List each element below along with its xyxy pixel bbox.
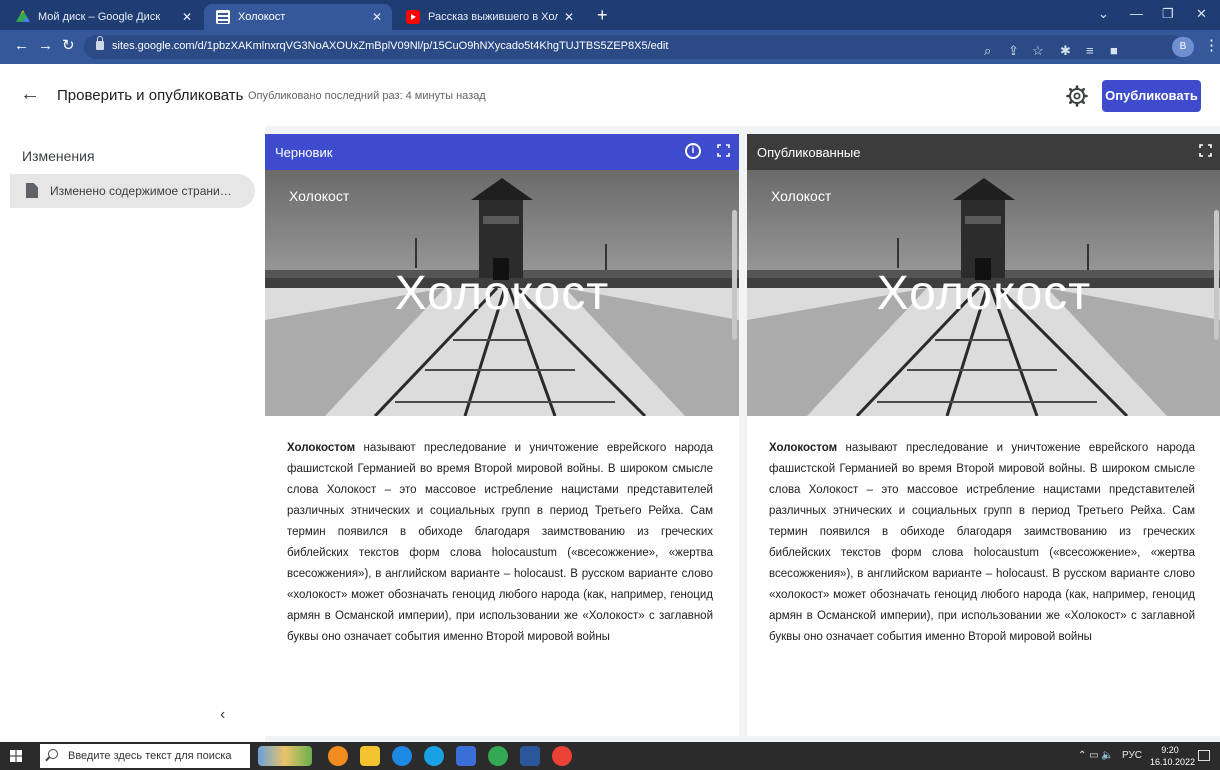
site-name: Холокост bbox=[771, 188, 832, 204]
fullscreen-icon[interactable] bbox=[717, 144, 730, 157]
browser-toolbar: ← → ↻ sites.google.com/d/1pbzXAKmlnxrqVG… bbox=[0, 30, 1220, 64]
article-text: Холокостом называют преследование и унич… bbox=[769, 438, 1195, 648]
edge-icon[interactable] bbox=[424, 746, 444, 766]
clock[interactable]: 9:20 16.10.2022 bbox=[1150, 744, 1196, 768]
tab-holocaust[interactable]: Холокост ✕ bbox=[204, 4, 392, 30]
info-icon[interactable]: i bbox=[685, 143, 701, 159]
side-panel-icon[interactable]: ■ bbox=[1110, 44, 1118, 58]
skype-icon[interactable] bbox=[392, 746, 412, 766]
collapse-sidebar-icon[interactable]: ‹ bbox=[220, 706, 225, 724]
save-disk-icon[interactable] bbox=[456, 746, 476, 766]
sidebar-item-change[interactable]: Изменено содержимое страни… bbox=[10, 174, 255, 208]
page-title: Проверить и опубликовать bbox=[57, 87, 244, 104]
tab-youtube[interactable]: Рассказ выжившего в Холокосте ✕ bbox=[394, 4, 584, 30]
browser-tab-strip: Мой диск – Google Диск ✕ Холокост ✕ Расс… bbox=[0, 0, 1220, 30]
clock-time: 9:20 bbox=[1161, 745, 1179, 755]
bookmark-star-icon[interactable]: ☆ bbox=[1032, 44, 1044, 58]
scrollbar[interactable] bbox=[732, 210, 737, 340]
tray-icons[interactable]: ⌃ ▭ 🔈 bbox=[1078, 750, 1114, 761]
article-text: Холокостом называют преследование и унич… bbox=[287, 438, 713, 648]
youtube-icon bbox=[406, 10, 420, 24]
article-lead: Холокостом bbox=[769, 442, 838, 454]
tab-google-drive[interactable]: Мой диск – Google Диск ✕ bbox=[4, 4, 202, 30]
chevron-down-icon[interactable]: ⌄ bbox=[1098, 6, 1109, 22]
chrome-active-icon[interactable] bbox=[552, 746, 572, 766]
url-text[interactable]: sites.google.com/d/1pbzXAKmlnxrqVG3NoAXO… bbox=[112, 40, 712, 52]
google-sites-icon bbox=[216, 10, 230, 24]
clock-date: 16.10.2022 bbox=[1150, 757, 1196, 767]
chrome-icon[interactable] bbox=[488, 746, 508, 766]
scrollbar[interactable] bbox=[1214, 210, 1219, 340]
word-icon[interactable] bbox=[520, 746, 540, 766]
article-lead: Холокостом bbox=[287, 442, 356, 454]
site-name: Холокост bbox=[289, 188, 350, 204]
article-body: называют преследование и уничтожение евр… bbox=[287, 442, 713, 643]
opera-icon[interactable] bbox=[328, 746, 348, 766]
hero-banner: Холокост Холокост bbox=[265, 170, 739, 416]
more-menu-icon[interactable]: ⋮ bbox=[1204, 38, 1219, 54]
sidebar-title: Изменения bbox=[22, 148, 95, 164]
windows-taskbar: Введите здесь текст для поиска ⌃ ▭ 🔈 РУС… bbox=[0, 742, 1220, 770]
tab-title: Рассказ выжившего в Холокосте bbox=[428, 11, 558, 23]
published-pane-label: Опубликованные bbox=[757, 145, 861, 160]
notification-icon[interactable] bbox=[1198, 750, 1210, 761]
gear-icon[interactable] bbox=[1065, 84, 1089, 108]
hero-banner: Холокост Холокост bbox=[747, 170, 1220, 416]
restore-icon[interactable]: ❐ bbox=[1162, 6, 1174, 22]
publish-button[interactable]: Опубликовать bbox=[1102, 80, 1201, 112]
sidebar-item-label: Изменено содержимое страни… bbox=[50, 184, 232, 198]
tab-title: Холокост bbox=[238, 11, 286, 23]
reading-list-icon[interactable]: ≡ bbox=[1086, 44, 1094, 58]
windows-start-icon[interactable] bbox=[10, 750, 22, 762]
close-window-icon[interactable]: ✕ bbox=[1196, 6, 1207, 22]
minimize-icon[interactable]: — bbox=[1130, 6, 1143, 21]
google-drive-icon bbox=[16, 10, 30, 22]
file-explorer-icon[interactable] bbox=[360, 746, 380, 766]
draft-pane-header: Черновик i bbox=[265, 134, 739, 170]
draft-pane: Черновик i Холокост Холокост Холокостом … bbox=[265, 134, 739, 736]
draft-pane-label: Черновик bbox=[275, 145, 333, 160]
reload-icon[interactable]: ↻ bbox=[62, 38, 75, 54]
changes-sidebar: Изменения Изменено содержимое страни… ‹ bbox=[0, 126, 265, 742]
search-placeholder: Введите здесь текст для поиска bbox=[68, 750, 232, 762]
extensions-puzzle-icon[interactable]: ✱ bbox=[1060, 44, 1071, 58]
address-bar[interactable]: sites.google.com/d/1pbzXAKmlnxrqVG3NoAXO… bbox=[84, 35, 1184, 59]
article-body: называют преследование и уничтожение евр… bbox=[769, 442, 1195, 643]
fullscreen-icon[interactable] bbox=[1199, 144, 1212, 157]
lock-icon bbox=[96, 36, 104, 50]
tab-title: Мой диск – Google Диск bbox=[38, 11, 161, 23]
close-icon[interactable]: ✕ bbox=[182, 10, 192, 24]
zoom-icon[interactable]: ⌕ bbox=[984, 44, 991, 58]
input-language[interactable]: РУС bbox=[1122, 750, 1142, 761]
back-icon[interactable]: ← bbox=[14, 38, 29, 54]
search-highlight-icon[interactable] bbox=[258, 746, 312, 766]
published-pane-header: Опубликованные bbox=[747, 134, 1220, 170]
hero-title: Холокост bbox=[394, 267, 610, 320]
preview-area: Черновик i Холокост Холокост Холокостом … bbox=[265, 126, 1220, 742]
forward-icon[interactable]: → bbox=[38, 38, 53, 54]
back-arrow-icon[interactable]: ← bbox=[20, 84, 40, 104]
document-icon bbox=[26, 183, 38, 198]
last-published-status: Опубликовано последний раз: 4 минуты наз… bbox=[248, 90, 486, 102]
hero-title: Холокост bbox=[876, 267, 1092, 320]
close-icon[interactable]: ✕ bbox=[372, 10, 382, 24]
taskbar-search-input[interactable]: Введите здесь текст для поиска bbox=[40, 744, 250, 768]
share-icon[interactable]: ⇪ bbox=[1008, 44, 1019, 58]
published-pane: Опубликованные Холокост Холокост Холокос… bbox=[747, 134, 1220, 736]
close-icon[interactable]: ✕ bbox=[564, 10, 574, 24]
profile-avatar[interactable]: B bbox=[1172, 37, 1194, 57]
new-tab-button[interactable]: + bbox=[597, 5, 608, 25]
app-header: ← Проверить и опубликовать Опубликовано … bbox=[0, 64, 1220, 126]
search-icon bbox=[48, 749, 58, 759]
